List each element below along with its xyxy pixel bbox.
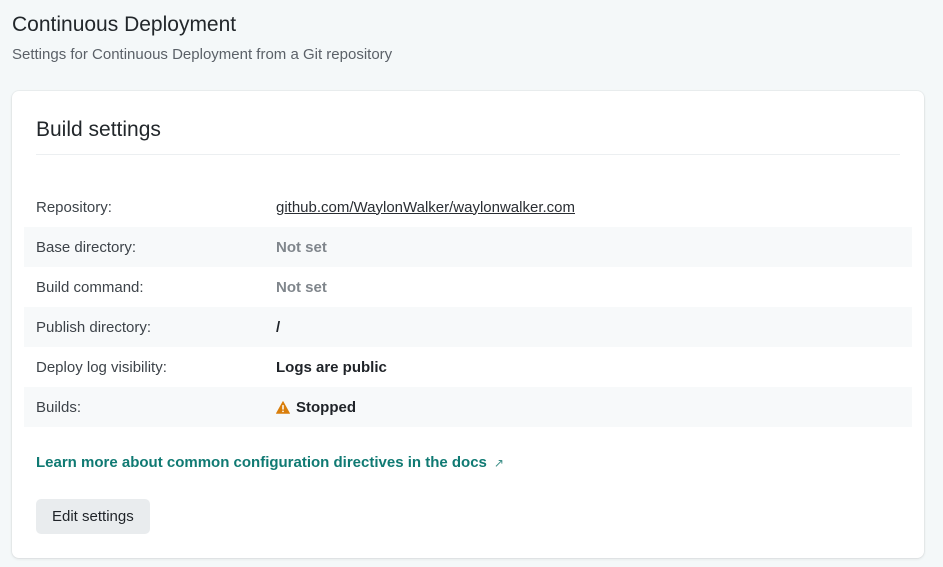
setting-value: Logs are public	[276, 358, 387, 376]
card-title: Build settings	[36, 118, 161, 141]
setting-value: Not set	[276, 238, 327, 256]
setting-row-builds: Builds: Stopped	[24, 387, 912, 427]
setting-row-deploy-log-visibility: Deploy log visibility: Logs are public	[24, 347, 912, 387]
setting-value: Not set	[276, 278, 327, 296]
setting-label: Builds:	[36, 398, 82, 416]
setting-label: Repository:	[36, 198, 112, 216]
setting-label: Base directory:	[36, 238, 137, 256]
docs-link-text[interactable]: Learn more about common configuration di…	[36, 454, 487, 471]
edit-settings-button[interactable]: Edit settings	[36, 499, 150, 534]
setting-label: Build command:	[36, 278, 144, 296]
setting-row-repository: Repository: github.com/WaylonWalker/wayl…	[24, 187, 912, 227]
setting-label: Deploy log visibility:	[36, 358, 167, 376]
settings-list: Repository: github.com/WaylonWalker/wayl…	[24, 187, 912, 427]
repository-link[interactable]: github.com/WaylonWalker/waylonwalker.com	[276, 199, 575, 216]
page-subtitle: Settings for Continuous Deployment from …	[12, 46, 393, 63]
page-title: Continuous Deployment	[12, 13, 237, 36]
setting-row-build-command: Build command: Not set	[24, 267, 912, 307]
builds-status: Stopped	[276, 399, 356, 416]
page-header: Continuous Deployment Settings for Conti…	[12, 10, 392, 65]
build-settings-card: Build settings Repository: github.com/Wa…	[12, 91, 924, 558]
setting-label: Publish directory:	[36, 318, 152, 336]
docs-link[interactable]: Learn more about common configuration di…	[36, 454, 504, 471]
warning-icon	[276, 400, 290, 414]
setting-value: /	[276, 318, 281, 336]
builds-status-text: Stopped	[296, 398, 356, 416]
external-link-icon: ↗	[493, 455, 504, 470]
setting-row-publish-directory: Publish directory: /	[24, 307, 912, 347]
divider	[36, 154, 900, 155]
setting-row-base-directory: Base directory: Not set	[24, 227, 912, 267]
